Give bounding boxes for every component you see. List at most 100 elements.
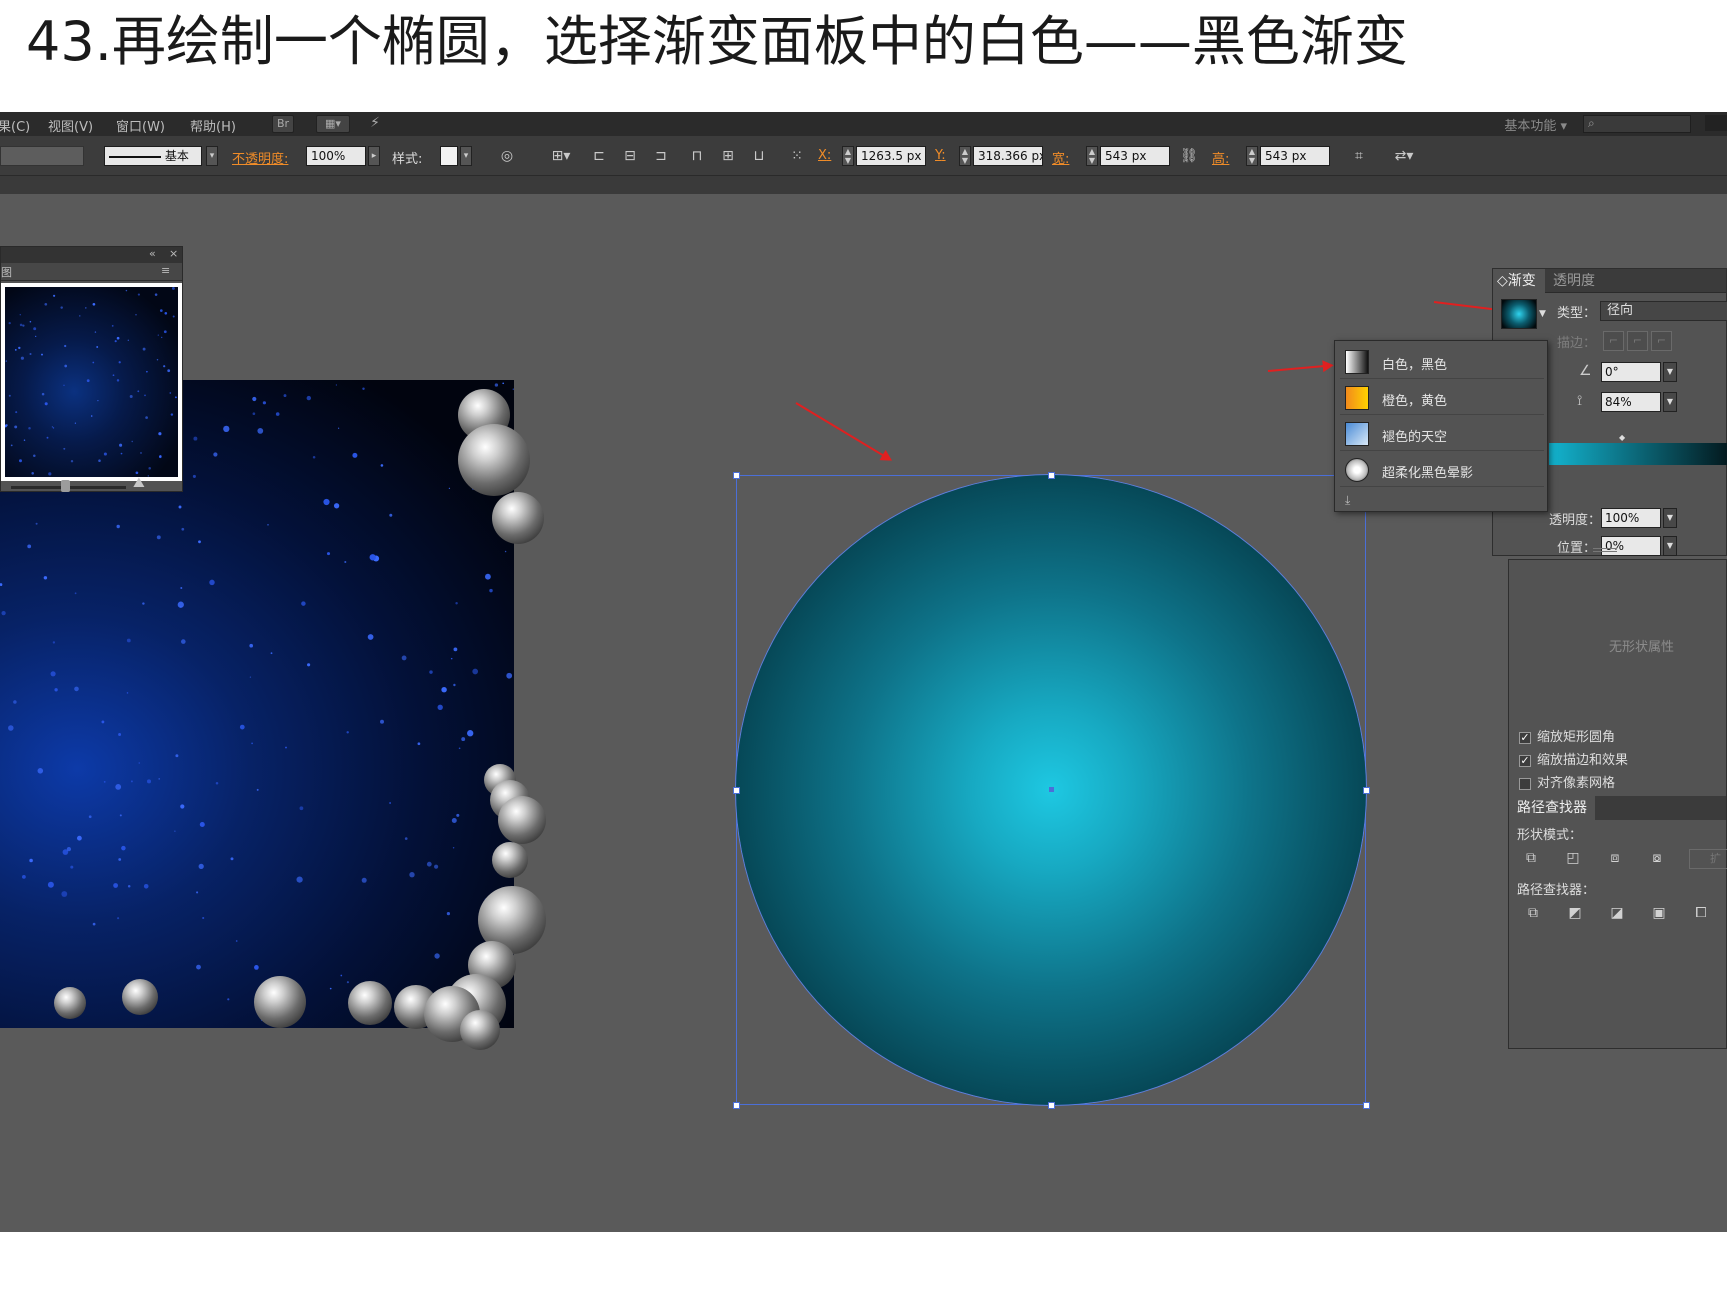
exclude-icon[interactable]: ⧇ bbox=[1647, 849, 1667, 867]
x-input[interactable]: 1263.5 px bbox=[856, 146, 926, 166]
option-scale-strokes[interactable]: ✓ 缩放描边和效果 bbox=[1519, 749, 1628, 768]
panel-menu-icon[interactable]: ≡ bbox=[161, 264, 170, 277]
resize-grip[interactable] bbox=[1593, 548, 1617, 552]
graphic-style-dropdown[interactable]: ▾ bbox=[460, 146, 472, 166]
zoom-in-mountain-icon[interactable]: ⛰ bbox=[133, 475, 145, 491]
graphic-style-swatch[interactable] bbox=[440, 146, 458, 166]
divide-icon[interactable]: ⧉ bbox=[1523, 904, 1543, 922]
preset-item-super-soft-black-vignette[interactable]: 超柔化黑色晕影 bbox=[1340, 453, 1544, 487]
option-scale-corners[interactable]: ✓ 缩放矩形圆角 bbox=[1519, 726, 1615, 745]
preset-item-orange-yellow[interactable]: 橙色，黄色 bbox=[1340, 381, 1544, 415]
stroke-profile-dropdown[interactable]: ▾ bbox=[206, 146, 218, 166]
close-icon[interactable]: × bbox=[169, 247, 178, 260]
stop-opacity-dropdown[interactable]: ▼ bbox=[1663, 508, 1677, 528]
menu-view[interactable]: 视图(V) bbox=[48, 116, 93, 135]
gradient-swatch[interactable] bbox=[1501, 299, 1537, 329]
align-to-icon[interactable]: ⊞▾ bbox=[546, 146, 576, 166]
handle-top[interactable] bbox=[1048, 472, 1055, 479]
y-spinner[interactable]: ▲ ▼ bbox=[959, 146, 971, 166]
gradient-type-select[interactable]: 径向 bbox=[1600, 301, 1727, 321]
handle-right[interactable] bbox=[1363, 787, 1370, 794]
y-input[interactable]: 318.366 px bbox=[973, 146, 1043, 166]
handle-bottom-left[interactable] bbox=[733, 1102, 740, 1109]
tab-transparency[interactable]: 透明度 bbox=[1553, 269, 1595, 293]
bubble-sphere bbox=[492, 842, 528, 878]
menu-help[interactable]: 帮助(H) bbox=[190, 116, 236, 135]
stop-opacity-input[interactable]: 100% bbox=[1601, 508, 1661, 528]
align-bottom-icon[interactable]: ⊔ bbox=[748, 146, 770, 166]
expand-button[interactable]: 扩 bbox=[1689, 849, 1727, 869]
merge-icon[interactable]: ◪ bbox=[1607, 904, 1627, 922]
isolate-selected-icon[interactable]: ⌗ bbox=[1348, 146, 1370, 166]
collapse-icon[interactable]: « bbox=[149, 247, 156, 260]
preset-item-faded-sky[interactable]: 褪色的天空 bbox=[1340, 417, 1544, 451]
aspect-ratio-input[interactable]: 84% bbox=[1601, 392, 1661, 412]
constrain-proportions-icon[interactable]: ⛓ bbox=[1178, 146, 1200, 166]
width-spinner[interactable]: ▲ ▼ bbox=[1086, 146, 1098, 166]
handle-bottom[interactable] bbox=[1048, 1102, 1055, 1109]
recolor-artwork-icon[interactable]: ◎ bbox=[496, 146, 518, 166]
opacity-dropdown[interactable]: ▸ bbox=[368, 146, 380, 166]
midpoint-diamond-icon[interactable]: ◆ bbox=[1619, 433, 1625, 442]
checkbox[interactable] bbox=[1519, 777, 1531, 790]
stroke-across-icon[interactable]: ⌐ bbox=[1651, 331, 1672, 351]
location-dropdown[interactable]: ▼ bbox=[1663, 536, 1677, 556]
checkbox[interactable]: ✓ bbox=[1519, 731, 1531, 744]
panel-options-icon[interactable]: ⇄▾ bbox=[1384, 146, 1424, 166]
transform-grid-icon[interactable]: ⁙ bbox=[786, 146, 808, 166]
workspace-switcher[interactable]: 基本功能 ▾ bbox=[1504, 115, 1567, 134]
width-label[interactable]: 宽: bbox=[1052, 148, 1069, 167]
preset-item-white-black[interactable]: 白色，黑色 bbox=[1340, 345, 1544, 379]
crop-icon[interactable]: ▣ bbox=[1649, 904, 1669, 922]
trim-icon[interactable]: ◩ bbox=[1565, 904, 1585, 922]
handle-bottom-right[interactable] bbox=[1363, 1102, 1370, 1109]
fill-swatch-select[interactable] bbox=[0, 146, 84, 166]
x-label[interactable]: X: bbox=[818, 148, 831, 163]
option-align-pixel-grid[interactable]: 对齐像素网格 bbox=[1519, 772, 1615, 791]
unite-icon[interactable]: ⧉ bbox=[1521, 849, 1541, 867]
align-top-icon[interactable]: ⊓ bbox=[686, 146, 708, 166]
tab-pathfinder[interactable]: 路径查找器 bbox=[1509, 796, 1595, 820]
intersect-icon[interactable]: ⧈ bbox=[1605, 849, 1625, 867]
zoom-slider-handle[interactable] bbox=[61, 480, 70, 492]
menu-window[interactable]: 窗口(W) bbox=[116, 116, 165, 135]
y-label[interactable]: Y: bbox=[935, 148, 946, 163]
gpu-performance-icon[interactable]: ⚡ bbox=[364, 115, 386, 133]
save-to-library-icon[interactable]: ⤓ bbox=[1345, 493, 1350, 508]
aspect-ratio-dropdown[interactable]: ▼ bbox=[1663, 392, 1677, 412]
stroke-profile-select[interactable]: 基本 bbox=[104, 146, 202, 166]
checkbox[interactable]: ✓ bbox=[1519, 754, 1531, 767]
width-input[interactable]: 543 px bbox=[1100, 146, 1170, 166]
star-dot bbox=[169, 392, 172, 394]
align-vertical-center-icon[interactable]: ⊞ bbox=[717, 146, 739, 166]
align-left-icon[interactable]: ⊏ bbox=[588, 146, 610, 166]
align-right-icon[interactable]: ⊐ bbox=[650, 146, 672, 166]
window-minimize-button[interactable] bbox=[1705, 115, 1727, 131]
angle-dropdown[interactable]: ▼ bbox=[1663, 362, 1677, 382]
minus-front-icon[interactable]: ◰ bbox=[1563, 849, 1583, 867]
chevron-down-icon[interactable]: ▼ bbox=[1539, 309, 1546, 319]
opacity-input[interactable]: 100% bbox=[306, 146, 366, 166]
outline-icon[interactable]: ⧠ bbox=[1691, 904, 1711, 922]
help-search-input[interactable]: ⌕ bbox=[1583, 115, 1691, 133]
handle-left[interactable] bbox=[733, 787, 740, 794]
stroke-along-icon[interactable]: ⌐ bbox=[1627, 331, 1648, 351]
opacity-label[interactable]: 不透明度: bbox=[232, 148, 288, 167]
navigator-tab[interactable]: 图 bbox=[1, 264, 12, 280]
angle-input[interactable]: 0° bbox=[1601, 362, 1661, 382]
tab-gradient[interactable]: ◇渐变 bbox=[1493, 269, 1545, 293]
gradient-ramp-slider[interactable] bbox=[1549, 443, 1727, 465]
handle-top-left[interactable] bbox=[733, 472, 740, 479]
x-spinner[interactable]: ▲ ▼ bbox=[842, 146, 854, 166]
navigator-thumbnail[interactable] bbox=[1, 283, 182, 481]
stroke-within-icon[interactable]: ⌐ bbox=[1603, 331, 1624, 351]
arrange-documents-icon[interactable]: ▦▾ bbox=[316, 115, 350, 133]
align-horizontal-center-icon[interactable]: ⊟ bbox=[619, 146, 641, 166]
location-input[interactable]: 0% bbox=[1601, 536, 1661, 556]
height-label[interactable]: 高: bbox=[1212, 148, 1229, 167]
height-spinner[interactable]: ▲ ▼ bbox=[1246, 146, 1258, 166]
menu-effect[interactable]: 果(C) bbox=[0, 116, 30, 135]
height-input[interactable]: 543 px bbox=[1260, 146, 1330, 166]
bridge-button[interactable]: Br bbox=[272, 115, 294, 133]
star-dot bbox=[10, 444, 13, 447]
